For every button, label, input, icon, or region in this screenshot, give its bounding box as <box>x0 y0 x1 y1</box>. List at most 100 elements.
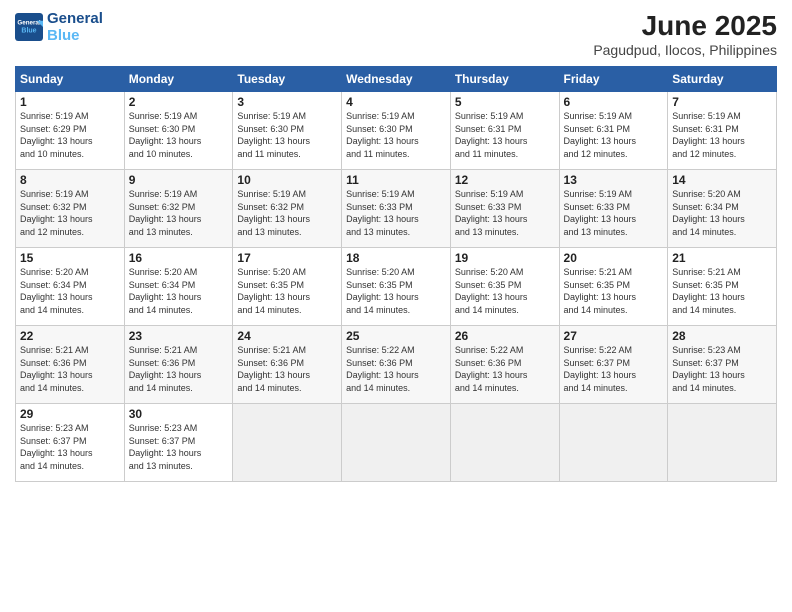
day-info: Sunrise: 5:21 AMSunset: 6:36 PMDaylight:… <box>237 344 337 394</box>
table-row: 24Sunrise: 5:21 AMSunset: 6:36 PMDayligh… <box>233 326 342 404</box>
day-info: Sunrise: 5:20 AMSunset: 6:35 PMDaylight:… <box>455 266 555 316</box>
table-row: 13Sunrise: 5:19 AMSunset: 6:33 PMDayligh… <box>559 170 668 248</box>
day-number: 27 <box>564 329 664 343</box>
table-row: 3Sunrise: 5:19 AMSunset: 6:30 PMDaylight… <box>233 92 342 170</box>
day-info: Sunrise: 5:20 AMSunset: 6:34 PMDaylight:… <box>129 266 229 316</box>
table-row: 27Sunrise: 5:22 AMSunset: 6:37 PMDayligh… <box>559 326 668 404</box>
table-row: 26Sunrise: 5:22 AMSunset: 6:36 PMDayligh… <box>450 326 559 404</box>
table-row: 22Sunrise: 5:21 AMSunset: 6:36 PMDayligh… <box>16 326 125 404</box>
day-number: 22 <box>20 329 120 343</box>
day-info: Sunrise: 5:19 AMSunset: 6:31 PMDaylight:… <box>672 110 772 160</box>
day-info: Sunrise: 5:20 AMSunset: 6:35 PMDaylight:… <box>237 266 337 316</box>
table-row: 10Sunrise: 5:19 AMSunset: 6:32 PMDayligh… <box>233 170 342 248</box>
col-wednesday: Wednesday <box>342 67 451 92</box>
table-row: 15Sunrise: 5:20 AMSunset: 6:34 PMDayligh… <box>16 248 125 326</box>
table-row: 4Sunrise: 5:19 AMSunset: 6:30 PMDaylight… <box>342 92 451 170</box>
table-row: 25Sunrise: 5:22 AMSunset: 6:36 PMDayligh… <box>342 326 451 404</box>
day-number: 21 <box>672 251 772 265</box>
table-row: 6Sunrise: 5:19 AMSunset: 6:31 PMDaylight… <box>559 92 668 170</box>
day-info: Sunrise: 5:19 AMSunset: 6:32 PMDaylight:… <box>237 188 337 238</box>
day-info: Sunrise: 5:20 AMSunset: 6:35 PMDaylight:… <box>346 266 446 316</box>
day-number: 13 <box>564 173 664 187</box>
day-number: 10 <box>237 173 337 187</box>
col-saturday: Saturday <box>668 67 777 92</box>
table-row: 1Sunrise: 5:19 AMSunset: 6:29 PMDaylight… <box>16 92 125 170</box>
table-row: 29Sunrise: 5:23 AMSunset: 6:37 PMDayligh… <box>16 404 125 482</box>
day-number: 28 <box>672 329 772 343</box>
day-number: 6 <box>564 95 664 109</box>
calendar-subtitle: Pagudpud, Ilocos, Philippines <box>593 42 777 58</box>
day-info: Sunrise: 5:19 AMSunset: 6:31 PMDaylight:… <box>455 110 555 160</box>
col-friday: Friday <box>559 67 668 92</box>
calendar-week-1: 1Sunrise: 5:19 AMSunset: 6:29 PMDaylight… <box>16 92 777 170</box>
day-info: Sunrise: 5:19 AMSunset: 6:33 PMDaylight:… <box>455 188 555 238</box>
day-number: 4 <box>346 95 446 109</box>
calendar-table: Sunday Monday Tuesday Wednesday Thursday… <box>15 66 777 482</box>
day-info: Sunrise: 5:19 AMSunset: 6:33 PMDaylight:… <box>346 188 446 238</box>
col-sunday: Sunday <box>16 67 125 92</box>
day-info: Sunrise: 5:21 AMSunset: 6:35 PMDaylight:… <box>564 266 664 316</box>
calendar-week-3: 15Sunrise: 5:20 AMSunset: 6:34 PMDayligh… <box>16 248 777 326</box>
calendar-page: General Blue General Blue June 2025 Pagu… <box>0 0 792 612</box>
logo-icon: General Blue <box>15 13 43 41</box>
table-row: 20Sunrise: 5:21 AMSunset: 6:35 PMDayligh… <box>559 248 668 326</box>
day-info: Sunrise: 5:23 AMSunset: 6:37 PMDaylight:… <box>20 422 120 472</box>
logo-line2: Blue <box>47 27 103 44</box>
day-info: Sunrise: 5:22 AMSunset: 6:37 PMDaylight:… <box>564 344 664 394</box>
table-row: 19Sunrise: 5:20 AMSunset: 6:35 PMDayligh… <box>450 248 559 326</box>
day-number: 16 <box>129 251 229 265</box>
day-number: 5 <box>455 95 555 109</box>
table-row <box>450 404 559 482</box>
table-row: 18Sunrise: 5:20 AMSunset: 6:35 PMDayligh… <box>342 248 451 326</box>
day-number: 3 <box>237 95 337 109</box>
day-info: Sunrise: 5:21 AMSunset: 6:35 PMDaylight:… <box>672 266 772 316</box>
calendar-week-2: 8Sunrise: 5:19 AMSunset: 6:32 PMDaylight… <box>16 170 777 248</box>
day-number: 26 <box>455 329 555 343</box>
day-info: Sunrise: 5:19 AMSunset: 6:30 PMDaylight:… <box>346 110 446 160</box>
table-row: 8Sunrise: 5:19 AMSunset: 6:32 PMDaylight… <box>16 170 125 248</box>
day-number: 17 <box>237 251 337 265</box>
col-thursday: Thursday <box>450 67 559 92</box>
table-row: 28Sunrise: 5:23 AMSunset: 6:37 PMDayligh… <box>668 326 777 404</box>
day-number: 11 <box>346 173 446 187</box>
day-info: Sunrise: 5:19 AMSunset: 6:29 PMDaylight:… <box>20 110 120 160</box>
day-info: Sunrise: 5:19 AMSunset: 6:32 PMDaylight:… <box>129 188 229 238</box>
day-info: Sunrise: 5:23 AMSunset: 6:37 PMDaylight:… <box>672 344 772 394</box>
header: General Blue General Blue June 2025 Pagu… <box>15 10 777 58</box>
day-info: Sunrise: 5:22 AMSunset: 6:36 PMDaylight:… <box>346 344 446 394</box>
day-info: Sunrise: 5:21 AMSunset: 6:36 PMDaylight:… <box>20 344 120 394</box>
day-info: Sunrise: 5:20 AMSunset: 6:34 PMDaylight:… <box>20 266 120 316</box>
day-number: 14 <box>672 173 772 187</box>
table-row <box>668 404 777 482</box>
day-info: Sunrise: 5:19 AMSunset: 6:30 PMDaylight:… <box>237 110 337 160</box>
day-number: 7 <box>672 95 772 109</box>
day-number: 29 <box>20 407 120 421</box>
day-number: 19 <box>455 251 555 265</box>
calendar-week-5: 29Sunrise: 5:23 AMSunset: 6:37 PMDayligh… <box>16 404 777 482</box>
calendar-title: June 2025 <box>593 10 777 42</box>
day-number: 8 <box>20 173 120 187</box>
calendar-header-row: Sunday Monday Tuesday Wednesday Thursday… <box>16 67 777 92</box>
table-row: 16Sunrise: 5:20 AMSunset: 6:34 PMDayligh… <box>124 248 233 326</box>
logo-text: General Blue <box>47 10 103 45</box>
day-info: Sunrise: 5:21 AMSunset: 6:36 PMDaylight:… <box>129 344 229 394</box>
day-info: Sunrise: 5:19 AMSunset: 6:32 PMDaylight:… <box>20 188 120 238</box>
calendar-week-4: 22Sunrise: 5:21 AMSunset: 6:36 PMDayligh… <box>16 326 777 404</box>
day-info: Sunrise: 5:19 AMSunset: 6:31 PMDaylight:… <box>564 110 664 160</box>
col-tuesday: Tuesday <box>233 67 342 92</box>
day-info: Sunrise: 5:23 AMSunset: 6:37 PMDaylight:… <box>129 422 229 472</box>
logo: General Blue General Blue <box>15 10 103 45</box>
day-number: 18 <box>346 251 446 265</box>
table-row: 9Sunrise: 5:19 AMSunset: 6:32 PMDaylight… <box>124 170 233 248</box>
logo-line1: General <box>47 10 103 27</box>
day-number: 24 <box>237 329 337 343</box>
table-row: 2Sunrise: 5:19 AMSunset: 6:30 PMDaylight… <box>124 92 233 170</box>
table-row: 23Sunrise: 5:21 AMSunset: 6:36 PMDayligh… <box>124 326 233 404</box>
day-number: 15 <box>20 251 120 265</box>
day-info: Sunrise: 5:19 AMSunset: 6:33 PMDaylight:… <box>564 188 664 238</box>
day-number: 30 <box>129 407 229 421</box>
day-number: 1 <box>20 95 120 109</box>
table-row: 17Sunrise: 5:20 AMSunset: 6:35 PMDayligh… <box>233 248 342 326</box>
table-row <box>342 404 451 482</box>
table-row: 14Sunrise: 5:20 AMSunset: 6:34 PMDayligh… <box>668 170 777 248</box>
